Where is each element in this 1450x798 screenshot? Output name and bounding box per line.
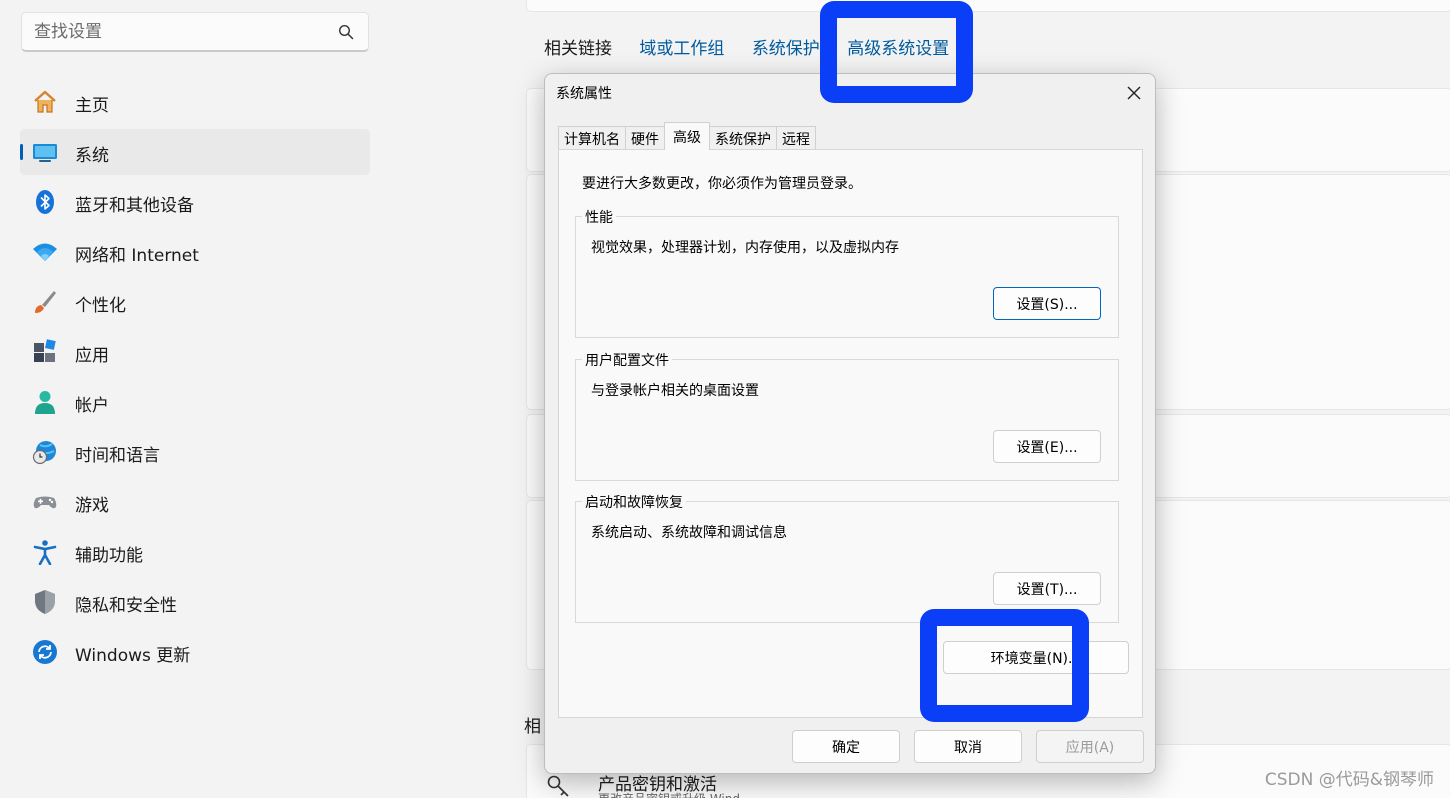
environment-variables-button[interactable]: 环境变量(N)... [943, 641, 1129, 674]
sidebar-item-label: Windows 更新 [75, 646, 191, 666]
time-language-icon [32, 441, 56, 465]
advanced-tab-panel: 要进行大多数更改，你必须作为管理员登录。 性能 视觉效果，处理器计划，内存使用，… [558, 149, 1143, 718]
home-icon [34, 90, 56, 113]
tab-strip: 计算机名 硬件 高级 系统保护 远程 [558, 122, 816, 150]
accessibility-icon [33, 540, 57, 565]
tab-remote[interactable]: 远程 [776, 126, 816, 150]
watermark: CSDN @代码&钢琴师 [1264, 770, 1434, 790]
user-profiles-settings-button[interactable]: 设置(E)... [993, 430, 1101, 463]
sidebar-item-label: 帐户 [75, 396, 109, 416]
bluetooth-icon [36, 190, 54, 214]
group-title: 启动和故障恢复 [582, 492, 686, 512]
startup-recovery-settings-button[interactable]: 设置(T)... [993, 572, 1101, 605]
startup-recovery-group: 启动和故障恢复 系统启动、系统故障和调试信息 设置(T)... [575, 492, 1119, 623]
related-section-title: 相 [524, 717, 541, 737]
sidebar-item-accounts[interactable]: 帐户 [20, 379, 370, 425]
sidebar-item-gaming[interactable]: 游戏 [20, 479, 370, 525]
update-icon [33, 640, 57, 664]
apply-button[interactable]: 应用(A) [1036, 730, 1144, 763]
sidebar-item-label: 蓝牙和其他设备 [75, 196, 194, 216]
group-description: 系统启动、系统故障和调试信息 [591, 525, 787, 541]
shield-icon [35, 590, 55, 614]
related-links-title: 相关链接 [544, 39, 612, 59]
tab-advanced[interactable]: 高级 [664, 122, 710, 150]
tab-computer-name[interactable]: 计算机名 [558, 126, 626, 150]
performance-group: 性能 视觉效果，处理器计划，内存使用，以及虚拟内存 设置(S)... [575, 207, 1119, 338]
tab-system-protection[interactable]: 系统保护 [709, 126, 777, 150]
wifi-icon [33, 243, 57, 261]
sidebar-item-label: 网络和 Internet [75, 246, 199, 266]
account-icon [35, 391, 55, 414]
system-icon [33, 144, 57, 162]
sidebar-item-network[interactable]: 网络和 Internet [20, 229, 370, 275]
system-properties-dialog: 系统属性 计算机名 硬件 高级 系统保护 远程 要进行大多数更改，你必须作为管理… [544, 73, 1156, 774]
sidebar-item-personalization[interactable]: 个性化 [20, 279, 370, 325]
key-icon [547, 775, 569, 797]
sidebar-item-label: 主页 [75, 96, 109, 116]
sidebar-item-home[interactable]: 主页 [20, 79, 370, 125]
sidebar-item-privacy[interactable]: 隐私和安全性 [20, 579, 370, 625]
cancel-button[interactable]: 取消 [914, 730, 1022, 763]
group-title: 用户配置文件 [582, 350, 672, 370]
sidebar-item-label: 系统 [75, 146, 109, 166]
user-profiles-group: 用户配置文件 与登录帐户相关的桌面设置 设置(E)... [575, 350, 1119, 481]
related-links: 相关链接 域或工作组 系统保护 高级系统设置 [544, 34, 971, 59]
search-input[interactable] [34, 21, 324, 43]
sidebar-item-label: 辅助功能 [75, 546, 143, 566]
sidebar-item-label: 个性化 [75, 296, 126, 316]
ok-button[interactable]: 确定 [792, 730, 900, 763]
search-box[interactable] [21, 12, 369, 52]
content-card [526, 0, 1450, 12]
product-key-subtitle: 更改产品密钥或升级 Wind [598, 790, 740, 798]
tab-hardware[interactable]: 硬件 [625, 126, 665, 150]
sidebar-item-windows-update[interactable]: Windows 更新 [20, 629, 370, 675]
group-description: 视觉效果，处理器计划，内存使用，以及虚拟内存 [591, 240, 899, 256]
sidebar-item-apps[interactable]: 应用 [20, 329, 370, 375]
link-domain-workgroup[interactable]: 域或工作组 [639, 39, 724, 59]
dialog-title: 系统属性 [556, 86, 612, 102]
sidebar-item-label: 应用 [75, 346, 109, 366]
gamepad-icon [33, 496, 57, 509]
close-icon[interactable] [1121, 80, 1147, 106]
link-advanced-system-settings[interactable]: 高级系统设置 [847, 39, 949, 59]
sidebar-item-time-language[interactable]: 时间和语言 [20, 429, 370, 475]
sidebar-item-accessibility[interactable]: 辅助功能 [20, 529, 370, 575]
apps-icon [34, 339, 56, 362]
sidebar-item-system[interactable]: 系统 [20, 129, 370, 175]
search-icon[interactable] [338, 24, 354, 40]
link-system-protection[interactable]: 系统保护 [752, 39, 820, 59]
sidebar-item-label: 隐私和安全性 [75, 596, 177, 616]
sidebar-item-bluetooth[interactable]: 蓝牙和其他设备 [20, 179, 370, 225]
performance-settings-button[interactable]: 设置(S)... [993, 287, 1101, 320]
sidebar-nav: 主页 系统 蓝牙和其他设备 网络和 Internet 个性化 应用 帐户 时间和… [20, 79, 370, 679]
admin-note: 要进行大多数更改，你必须作为管理员登录。 [582, 176, 862, 192]
sidebar-item-label: 游戏 [75, 496, 109, 516]
brush-icon [35, 291, 56, 313]
group-title: 性能 [582, 207, 616, 227]
group-description: 与登录帐户相关的桌面设置 [591, 383, 759, 399]
settings-sidebar: 主页 系统 蓝牙和其他设备 网络和 Internet [0, 0, 524, 798]
sidebar-item-label: 时间和语言 [75, 446, 160, 466]
